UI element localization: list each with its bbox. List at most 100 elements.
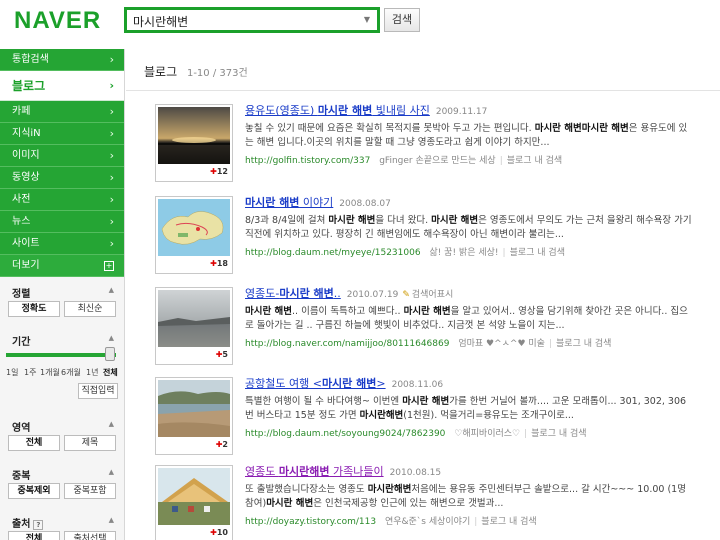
result-title[interactable]: 공항철도 여행 <마시란 해변> 2008.11.06 (245, 377, 715, 392)
tent-picnic-image (158, 468, 230, 525)
period-all[interactable]: 전체 (103, 367, 118, 378)
result-title-link[interactable]: 용유도(영종도) 마시란 해변 빛내림 사진 (245, 104, 430, 117)
result-blog-name[interactable]: ♡해피바이러스♡ (454, 429, 520, 439)
blog-inner-search-link[interactable]: 블로그 내 검색 (507, 156, 562, 166)
search-box[interactable]: ▼ (124, 7, 380, 33)
help-icon[interactable]: ? (33, 520, 44, 530)
blog-inner-search-link[interactable]: 블로그 내 검색 (531, 429, 586, 439)
chevron-right-icon: › (109, 215, 114, 228)
sidebar: 통합검색 › 블로그 › 카페 › 지식iN › 이미지 › 동영상 › 사전 › 뉴스 › 사… (0, 49, 125, 540)
nav-item-blog[interactable]: 블로그 › (0, 71, 124, 101)
chevron-right-icon: › (109, 149, 114, 162)
period-1m[interactable]: 1개월 (40, 367, 60, 378)
result-badge: ✚12 (210, 167, 228, 176)
sort-accuracy-button[interactable]: 정확도 (8, 301, 60, 317)
result-description: 마시란 해변.. 이름이 독특하고 예쁘다.. 마시란 해변을 알고 있어서..… (245, 306, 688, 331)
result-badge: ✚18 (210, 259, 228, 268)
source-select-button[interactable]: 출처선택 (64, 531, 116, 540)
search-input[interactable] (133, 12, 353, 30)
result-title[interactable]: 영종도-마시란 해변.. 2010.07.19 ✎ 검색어표시 (245, 287, 715, 302)
period-6m[interactable]: 6개월 (61, 367, 81, 378)
naver-logo[interactable]: NAVER (14, 7, 101, 35)
filter-area: 영역 ▲ 전체 제목 (0, 411, 124, 459)
nav-item-video[interactable]: 동영상 › (0, 167, 124, 189)
period-1w[interactable]: 1주 (24, 367, 36, 378)
collapse-up-icon[interactable]: ▲ (109, 468, 114, 476)
beach-image (158, 380, 230, 437)
result-thumbnail[interactable]: ✚2 (155, 377, 233, 455)
result-title[interactable]: 영종도 마시란해변 가족나들이 2010.08.15 (245, 465, 715, 480)
cloudy-beach-image (158, 290, 230, 347)
result-item: ✚2 공항철도 여행 <마시란 해변> 2008.11.06 특별한 여행이 될 … (155, 377, 710, 467)
period-direct-input-button[interactable]: 직접입력 (78, 383, 118, 399)
nav-item-cafe[interactable]: 카페 › (0, 101, 124, 123)
period-1d[interactable]: 1일 (6, 367, 18, 378)
result-url[interactable]: http://golfin.tistory.com/337 (245, 156, 370, 166)
pencil-icon: ✎ (402, 290, 410, 300)
result-description: 또 출발했습니다장소는 영종도 마시란해변처음에는 용유동 주민센터부근 솔밭으… (245, 484, 686, 509)
nav-item-integrated[interactable]: 통합검색 › (0, 49, 124, 71)
collapse-up-icon[interactable]: ▲ (109, 516, 114, 524)
result-url[interactable]: http://blog.naver.com/namijjoo/801116468… (245, 339, 449, 349)
result-url[interactable]: http://blog.daum.net/myeye/15231006 (245, 248, 421, 258)
result-date: 2010.08.15 (389, 468, 442, 478)
source-all-button[interactable]: 전체 (8, 531, 60, 540)
nav-item-more[interactable]: 더보기 + (0, 255, 124, 277)
result-meta: http://blog.daum.net/myeye/15231006 삶! 꿈… (245, 248, 565, 258)
sort-latest-button[interactable]: 최신순 (64, 301, 116, 317)
filter-dup-title: 중복 (12, 471, 31, 482)
result-title[interactable]: 마시란 해변 이야기 2008.08.07 (245, 196, 715, 211)
map-image (158, 199, 230, 256)
result-url[interactable]: http://blog.daum.net/soyoung9024/7862390 (245, 429, 445, 439)
nav-item-news[interactable]: 뉴스 › (0, 211, 124, 233)
chevron-right-icon: › (109, 193, 114, 206)
area-all-button[interactable]: 전체 (8, 435, 60, 451)
result-date: 2009.11.17 (435, 107, 488, 117)
result-date: 2010.07.19 (346, 290, 399, 300)
filter-source-title: 출처 (12, 519, 31, 530)
result-source-tag[interactable]: 검색어표시 (412, 290, 453, 300)
blog-inner-search-link[interactable]: 블로그 내 검색 (481, 517, 536, 527)
result-thumbnail[interactable]: ✚5 (155, 287, 233, 365)
result-date: 2008.08.07 (339, 199, 391, 209)
result-thumbnail[interactable]: ✚12 (155, 104, 233, 182)
result-description: 특별한 여행이 될 수 바다여행~ 이번엔 마시란 해변가를 한번 거닐어 볼까… (245, 396, 687, 421)
nav-item-kin[interactable]: 지식iN › (0, 123, 124, 145)
result-title-link[interactable]: 영종도-마시란 해변.. (245, 287, 341, 300)
chevron-right-icon: › (109, 171, 114, 184)
nav-item-image[interactable]: 이미지 › (0, 145, 124, 167)
search-button[interactable]: 검색 (384, 8, 420, 32)
result-blog-name[interactable]: gFinger 손끝으로 만드는 세상 (379, 156, 496, 166)
collapse-up-icon[interactable]: ▲ (109, 286, 114, 294)
result-thumbnail[interactable]: ✚18 (155, 196, 233, 274)
area-title-button[interactable]: 제목 (64, 435, 116, 451)
result-title[interactable]: 용유도(영종도) 마시란 해변 빛내림 사진 2009.11.17 (245, 104, 715, 119)
result-blog-name[interactable]: 엄마표 ♥^ㅅ^♥ 미술 (458, 339, 545, 349)
collapse-up-icon[interactable]: ▲ (109, 334, 114, 342)
result-url[interactable]: http://doyazy.tistory.com/113 (245, 517, 376, 527)
result-blog-name[interactable]: 삶! 꿈! 밝은 세상! (429, 248, 498, 258)
period-1y[interactable]: 1년 (86, 367, 98, 378)
result-meta: http://blog.daum.net/soyoung9024/7862390… (245, 429, 587, 439)
blog-inner-search-link[interactable]: 블로그 내 검색 (510, 248, 565, 258)
nav-item-dictionary[interactable]: 사전 › (0, 189, 124, 211)
result-blog-name[interactable]: 연우&준`s 세상이야기 (385, 517, 470, 527)
result-title-link[interactable]: 마시란 해변 이야기 (245, 196, 333, 209)
result-title-link[interactable]: 공항철도 여행 <마시란 해변> (245, 377, 386, 390)
search-dropdown-icon[interactable]: ▼ (362, 14, 372, 26)
result-title-link[interactable]: 영종도 마시란해변 가족나들이 (245, 465, 384, 478)
period-slider-track[interactable] (6, 353, 116, 357)
filter-sort: 정렬 ▲ 정확도 최신순 (0, 277, 124, 325)
dup-exclude-button[interactable]: 중복제외 (8, 483, 60, 499)
chevron-right-icon: › (109, 105, 114, 118)
dup-include-button[interactable]: 중복포함 (64, 483, 116, 499)
result-date: 2008.11.06 (391, 380, 444, 390)
result-item: ✚18 마시란 해변 이야기 2008.08.07 8/3과 8/4일에 걸쳐 마… (155, 196, 710, 286)
collapse-up-icon[interactable]: ▲ (109, 420, 114, 428)
plus-cross-icon: ✚ (210, 528, 217, 537)
blog-inner-search-link[interactable]: 블로그 내 검색 (556, 339, 611, 349)
period-slider-handle[interactable] (105, 347, 115, 361)
nav-item-site[interactable]: 사이트 › (0, 233, 124, 255)
result-thumbnail[interactable]: ✚10 (155, 465, 233, 540)
result-count: 1-10 / 373건 (186, 68, 248, 79)
